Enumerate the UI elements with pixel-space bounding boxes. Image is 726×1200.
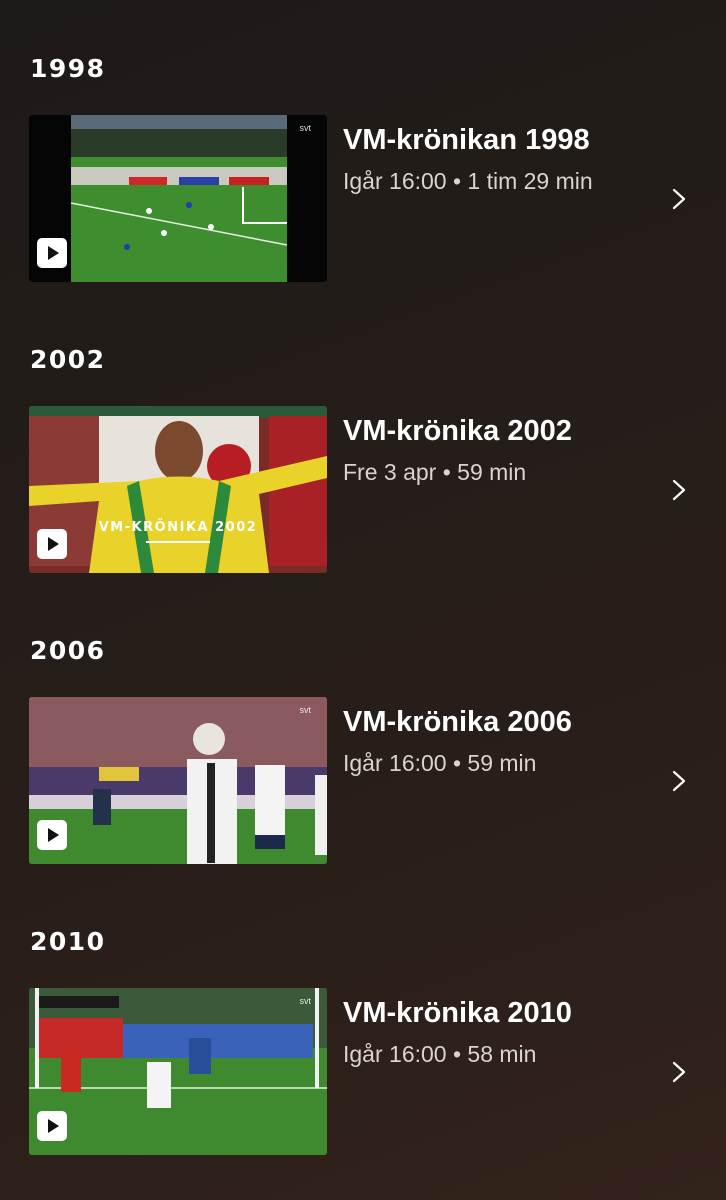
thumbnail-image-goal-scene (29, 988, 327, 1155)
svt-logo: svt (299, 705, 311, 715)
thumbnail-caption: VM-KRÖNIKA 2002 (29, 520, 327, 543)
thumbnail-image-coach-on-pitch (29, 697, 327, 864)
svt-logo: svt (299, 996, 311, 1006)
svt-logo: svt (299, 123, 311, 133)
episode-thumbnail[interactable]: svt (29, 697, 327, 864)
play-icon[interactable] (37, 238, 67, 268)
chevron-right-icon[interactable] (672, 479, 686, 501)
section-2002: 2002 VM-KRÖNIKA 2002 VM-krönika 2002 Fre… (0, 291, 726, 582)
episode-thumbnail[interactable]: VM-KRÖNIKA 2002 (29, 406, 327, 573)
episode-meta: Igår 16:00 • 1 tim 29 min (343, 168, 593, 194)
section-2010: 2010 svt VM-krönika 2010 Igår 16:00 • 58… (0, 873, 726, 1164)
episode-row-1998[interactable]: svt VM-krönikan 1998 Igår 16:00 • 1 tim … (0, 110, 726, 285)
episode-row-2006[interactable]: svt VM-krönika 2006 Igår 16:00 • 59 min (0, 692, 726, 867)
episode-title[interactable]: VM-krönika 2002 (343, 415, 572, 448)
episode-title[interactable]: VM-krönika 2006 (343, 706, 572, 739)
play-icon[interactable] (37, 1111, 67, 1141)
episode-meta: Igår 16:00 • 58 min (343, 1041, 537, 1067)
section-2006: 2006 svt VM-krönika 2006 Igår 16:00 • 59… (0, 582, 726, 873)
chevron-right-icon[interactable] (672, 188, 686, 210)
episode-row-2010[interactable]: svt VM-krönika 2010 Igår 16:00 • 58 min (0, 983, 726, 1158)
episode-title[interactable]: VM-krönikan 1998 (343, 124, 590, 157)
section-1998: 1998 svt VM-krönikan 1998 Igår 16:00 • 1… (0, 0, 726, 291)
section-year-heading: 1998 (30, 54, 106, 83)
play-icon[interactable] (37, 529, 67, 559)
section-year-heading: 2010 (30, 927, 106, 956)
episode-meta: Igår 16:00 • 59 min (343, 750, 537, 776)
episode-title[interactable]: VM-krönika 2010 (343, 997, 572, 1030)
episode-thumbnail[interactable]: svt (29, 988, 327, 1155)
episode-meta: Fre 3 apr • 59 min (343, 459, 527, 485)
play-icon[interactable] (37, 820, 67, 850)
episode-thumbnail[interactable]: svt (29, 115, 327, 282)
thumbnail-image-soccer-match (29, 115, 327, 282)
chevron-right-icon[interactable] (672, 1061, 686, 1083)
section-year-heading: 2006 (30, 636, 106, 665)
thumbnail-image-player-celebrating (29, 406, 327, 573)
episode-row-2002[interactable]: VM-KRÖNIKA 2002 VM-krönika 2002 Fre 3 ap… (0, 401, 726, 576)
chevron-right-icon[interactable] (672, 770, 686, 792)
section-year-heading: 2002 (30, 345, 106, 374)
